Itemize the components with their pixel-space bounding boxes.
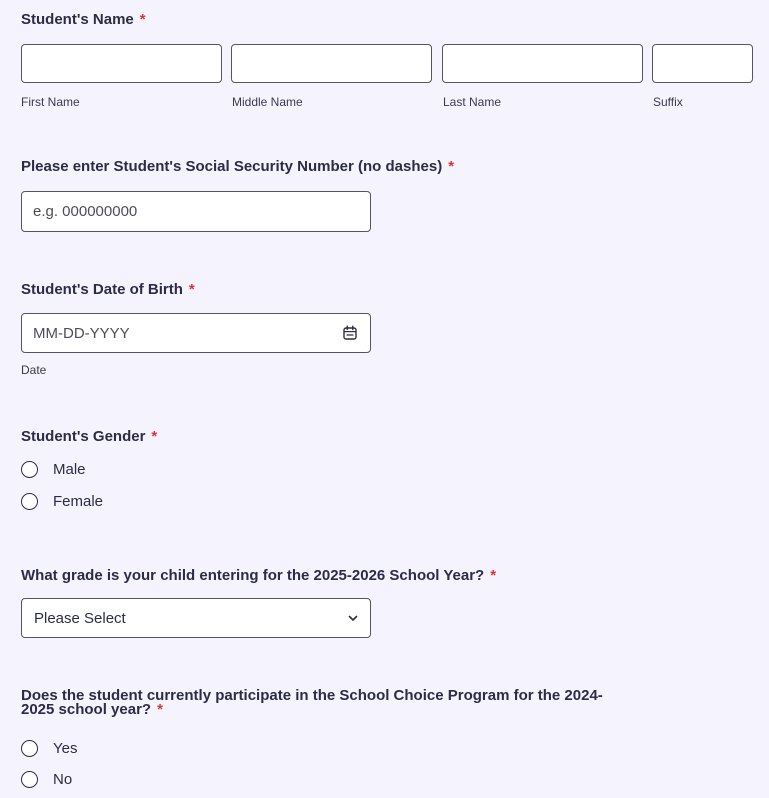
first-name-sublabel: First Name — [21, 95, 80, 109]
gender-option-label: Female — [53, 492, 104, 510]
required-asterisk: * — [188, 281, 195, 298]
radio-button[interactable] — [21, 460, 38, 478]
grade-label: What grade is your child entering for th… — [21, 567, 496, 585]
first-name-field[interactable] — [21, 44, 222, 83]
dob-input[interactable] — [22, 314, 370, 352]
required-asterisk: * — [490, 567, 497, 584]
required-asterisk: * — [139, 11, 146, 28]
calendar-icon[interactable] — [342, 325, 358, 341]
gender-option-male[interactable]: Male — [21, 459, 86, 479]
school-choice-option-label: No — [53, 770, 73, 788]
last-name-sublabel: Last Name — [443, 95, 502, 109]
last-name-field[interactable] — [442, 44, 643, 83]
middle-name-field[interactable] — [231, 44, 432, 83]
school-choice-option-no[interactable]: No — [21, 769, 72, 789]
middle-name-input[interactable] — [232, 45, 431, 82]
last-name-input[interactable] — [443, 45, 642, 82]
gender-label-text: Student's Gender — [21, 428, 146, 445]
gender-option-label: Male — [53, 460, 86, 478]
dob-field[interactable] — [21, 313, 371, 353]
grade-select[interactable]: Please Select — [21, 598, 371, 638]
school-choice-label-line2: 2025 school year? — [21, 701, 152, 718]
school-choice-option-yes[interactable]: Yes — [21, 738, 77, 758]
student-name-label-text: Student's Name — [21, 11, 134, 28]
student-form: Student's Name * First Name Middle Name L… — [0, 0, 769, 798]
radio-button[interactable] — [21, 492, 38, 510]
gender-label: Student's Gender * — [21, 428, 157, 446]
ssn-label: Please enter Student's Social Security N… — [21, 158, 454, 176]
suffix-sublabel: Suffix — [653, 95, 683, 109]
first-name-input[interactable] — [22, 45, 221, 82]
school-choice-option-label: Yes — [53, 739, 78, 757]
suffix-field[interactable] — [652, 44, 753, 83]
radio-button[interactable] — [21, 739, 38, 757]
gender-option-female[interactable]: Female — [21, 491, 103, 511]
chevron-down-icon — [348, 615, 358, 621]
dob-label-text: Student's Date of Birth — [21, 281, 183, 298]
school-choice-label: Does the student currently participate i… — [21, 687, 603, 719]
ssn-label-text: Please enter Student's Social Security N… — [21, 158, 443, 175]
student-name-label: Student's Name * — [21, 11, 146, 29]
ssn-input[interactable] — [22, 192, 370, 231]
suffix-input[interactable] — [653, 45, 752, 82]
radio-button[interactable] — [21, 770, 38, 788]
dob-label: Student's Date of Birth * — [21, 281, 195, 299]
required-asterisk: * — [151, 428, 158, 445]
required-asterisk: * — [448, 158, 455, 175]
grade-select-value: Please Select — [34, 609, 126, 627]
dob-sublabel: Date — [21, 363, 47, 377]
middle-name-sublabel: Middle Name — [232, 95, 303, 109]
required-asterisk: * — [157, 701, 163, 718]
grade-label-text: What grade is your child entering for th… — [21, 567, 485, 584]
ssn-field[interactable] — [21, 191, 371, 232]
